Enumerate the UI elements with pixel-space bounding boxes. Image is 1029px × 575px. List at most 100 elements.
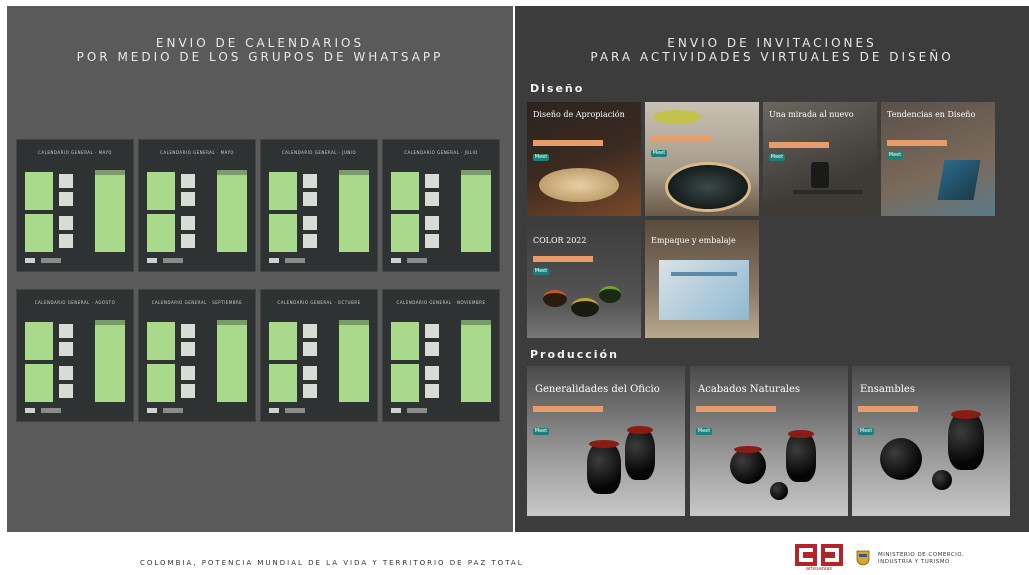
calendar-footer-logo	[25, 258, 35, 263]
photo-placeholder	[181, 174, 195, 188]
photo-placeholder	[181, 342, 195, 356]
footer	[0, 532, 1029, 575]
photo-placeholder	[425, 324, 439, 338]
design-card-title: Tendencias en Diseño	[887, 110, 976, 119]
calendar-title: CALENDARIO GENERAL · JUNIO	[281, 150, 357, 155]
calendar-thumbnail: CALENDARIO GENERAL · NOVIEMBRE	[382, 289, 500, 422]
calendar-footer-logo	[269, 408, 279, 413]
photo-placeholder	[181, 216, 195, 230]
meet-badge: Meet	[696, 428, 712, 435]
date-badge	[769, 142, 829, 148]
photo-placeholder	[303, 342, 317, 356]
calendar-block	[95, 170, 125, 175]
calendar-block	[269, 364, 297, 402]
calendar-title: CALENDARIO GENERAL · MAYO	[160, 150, 234, 155]
calendar-block	[95, 320, 125, 402]
production-card-title: Acabados Naturales	[698, 384, 801, 395]
vase-image	[786, 432, 816, 482]
invitations-panel: ENVIO DE INVITACIONES PARA ACTIVIDADES V…	[515, 6, 1029, 532]
production-card-title: Ensambles	[860, 384, 915, 395]
calendar-title: CALENDARIO GENERAL · AGOSTO	[34, 300, 116, 305]
calendars-panel: ENVIO DE CALENDARIOS POR MEDIO DE LOS GR…	[7, 6, 513, 532]
calendar-block	[269, 322, 297, 360]
photo-placeholder	[425, 342, 439, 356]
calendar-block	[339, 170, 369, 175]
date-badge	[651, 136, 711, 142]
production-card-title: Generalidades del Oficio	[535, 384, 660, 395]
coat-of-arms-icon	[856, 550, 870, 566]
meet-badge: Meet	[533, 428, 549, 435]
photo-placeholder	[425, 216, 439, 230]
design-card: Diseño de Apropiación Meet	[527, 102, 641, 216]
photo-placeholder	[303, 324, 317, 338]
photo-placeholder	[181, 384, 195, 398]
bowl-image	[599, 286, 621, 303]
photo-placeholder	[425, 234, 439, 248]
calendars-title-line2: POR MEDIO DE LOS GRUPOS DE WHATSAPP	[76, 50, 444, 64]
calendar-block	[461, 170, 491, 175]
photo-placeholder	[181, 324, 195, 338]
calendar-thumbnail: CALENDARIO GENERAL · AGOSTO	[16, 289, 134, 422]
calendar-footer-brand	[407, 258, 427, 263]
vessel-image	[811, 162, 829, 188]
design-card: Una mirada al nuevo Meet	[763, 102, 877, 216]
date-badge	[887, 140, 947, 146]
calendar-block	[339, 320, 369, 325]
date-badge	[696, 406, 776, 412]
calendars-panel-title: ENVIO DE CALENDARIOS POR MEDIO DE LOS GR…	[7, 36, 513, 64]
design-card: Meet	[645, 102, 759, 216]
calendar-block	[25, 214, 53, 252]
calendar-block	[25, 364, 53, 402]
photo-placeholder	[303, 384, 317, 398]
design-card-title: Una mirada al nuevo	[769, 110, 854, 119]
meet-badge: Meet	[533, 154, 549, 161]
vase-image	[625, 428, 655, 480]
photo-placeholder	[425, 384, 439, 398]
calendar-footer-logo	[25, 408, 35, 413]
photo-placeholder	[181, 192, 195, 206]
vase-image	[587, 442, 621, 494]
calendar-block	[217, 320, 247, 325]
photo-placeholder	[425, 192, 439, 206]
vase-image	[948, 412, 984, 470]
calendar-thumbnail: CALENDARIO GENERAL · OCTUBRE	[260, 289, 378, 422]
date-badge	[533, 256, 593, 262]
vase-image	[880, 438, 922, 480]
calendar-block	[339, 320, 369, 402]
calendar-footer-brand	[285, 258, 305, 263]
invitations-title-line1: ENVIO DE INVITACIONES	[667, 36, 877, 50]
calendar-block	[217, 170, 247, 252]
calendar-footer-logo	[269, 258, 279, 263]
photo-placeholder	[303, 216, 317, 230]
calendar-footer-brand	[41, 258, 61, 263]
calendar-block	[461, 170, 491, 252]
plate-image	[665, 162, 751, 212]
calendar-title: CALENDARIO GENERAL · JULIO	[404, 150, 478, 155]
calendar-footer-brand	[41, 408, 61, 413]
section-design-label: Diseño	[530, 82, 585, 95]
artesanias-logo-icon	[795, 544, 843, 566]
date-badge	[533, 140, 603, 146]
photo-placeholder	[59, 174, 73, 188]
calendar-block	[95, 320, 125, 325]
calendar-block	[461, 320, 491, 325]
photo-placeholder	[425, 174, 439, 188]
ministry-line1: MINISTERIO DE COMERCIO,	[878, 552, 965, 558]
calendar-thumbnail: CALENDARIO GENERAL · MAYO	[16, 139, 134, 272]
calendar-thumbnail: CALENDARIO GENERAL · JULIO	[382, 139, 500, 272]
design-card: Empaque y embalaje	[645, 220, 759, 338]
calendar-block	[391, 172, 419, 210]
calendar-thumbnail: CALENDARIO GENERAL · SEPTIEMBRE	[138, 289, 256, 422]
bowl-image	[543, 290, 567, 307]
calendar-footer-logo	[147, 258, 157, 263]
bowl-image	[571, 298, 599, 317]
logo-text: artesanías	[805, 566, 833, 572]
vase-rim	[734, 446, 762, 453]
calendar-thumbnail: CALENDARIO GENERAL · JUNIO	[260, 139, 378, 272]
calendar-block	[147, 322, 175, 360]
calendar-footer-brand	[407, 408, 427, 413]
vase-rim	[951, 410, 981, 419]
photo-placeholder	[303, 234, 317, 248]
design-card-title: COLOR 2022	[533, 236, 587, 245]
calendar-block	[25, 322, 53, 360]
